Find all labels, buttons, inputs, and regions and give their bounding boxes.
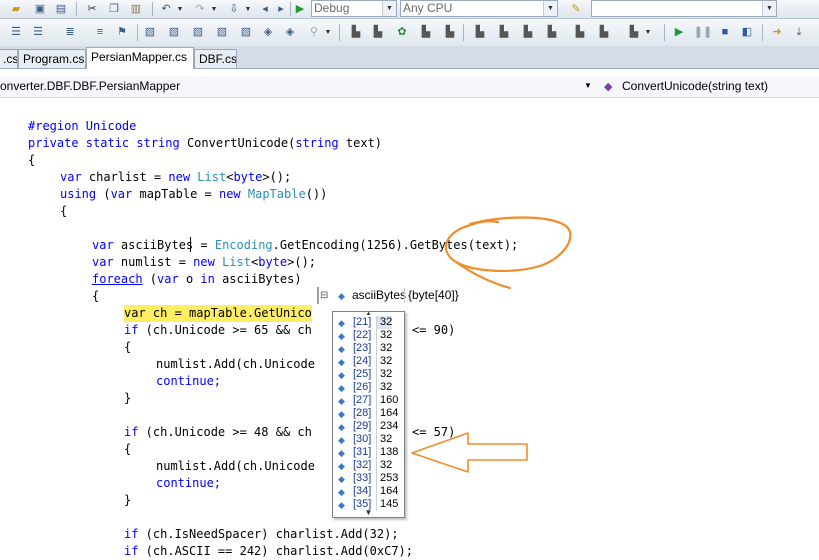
circle-annotation	[445, 216, 572, 290]
arrow-annotation	[411, 432, 528, 473]
annotation-layer	[411, 216, 572, 473]
